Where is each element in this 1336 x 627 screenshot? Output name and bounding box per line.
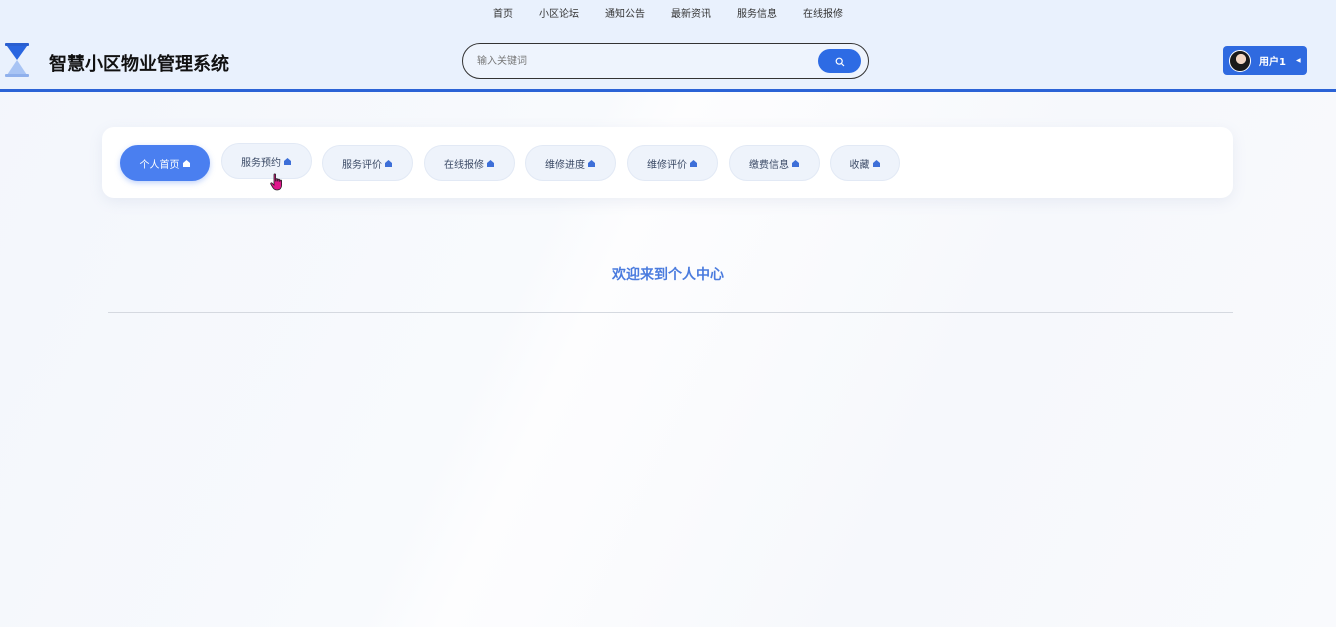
header: 首页 小区论坛 通知公告 最新资讯 服务信息 在线报修 智慧小区物业管理系统 用… — [0, 0, 1336, 92]
tab-service-review[interactable]: 服务评价 — [322, 145, 413, 181]
nav-forum[interactable]: 小区论坛 — [526, 8, 592, 22]
tab-label: 收藏 — [849, 159, 870, 171]
home-icon — [283, 157, 292, 166]
home-icon — [872, 159, 881, 168]
search-input[interactable] — [477, 53, 807, 69]
tab-online-repair[interactable]: 在线报修 — [424, 145, 515, 181]
user-menu-button[interactable]: 用户1 ◀ — [1223, 46, 1307, 75]
tab-favorites[interactable]: 收藏 — [830, 145, 900, 181]
tab-payment-info[interactable]: 缴费信息 — [729, 145, 820, 181]
search-box — [462, 43, 869, 79]
tab-repair-review[interactable]: 维修评价 — [627, 145, 718, 181]
nav-news[interactable]: 最新资讯 — [658, 8, 724, 22]
tab-label: 服务评价 — [342, 159, 382, 171]
caret-left-icon: ◀ — [1295, 57, 1301, 64]
nav-notices[interactable]: 通知公告 — [592, 8, 658, 22]
hand-pointer-cursor-icon — [270, 173, 284, 191]
tab-label: 缴费信息 — [749, 159, 789, 171]
home-icon — [791, 159, 800, 168]
tab-label: 维修进度 — [545, 159, 585, 171]
search-button[interactable] — [818, 49, 861, 73]
home-icon — [384, 159, 393, 168]
site-title: 智慧小区物业管理系统 — [49, 54, 229, 75]
tab-repair-progress[interactable]: 维修进度 — [525, 145, 616, 181]
tab-label: 服务预约 — [241, 157, 281, 169]
search-icon — [835, 52, 845, 71]
divider — [108, 312, 1233, 313]
tab-personal-home[interactable]: 个人首页 — [120, 145, 210, 181]
home-icon — [486, 159, 495, 168]
home-icon — [182, 159, 191, 168]
nav-home[interactable]: 首页 — [480, 8, 526, 22]
nav-services[interactable]: 服务信息 — [724, 8, 790, 22]
tab-service-booking[interactable]: 服务预约 — [221, 143, 312, 179]
top-nav: 首页 小区论坛 通知公告 最新资讯 服务信息 在线报修 — [0, 8, 1336, 22]
home-icon — [587, 159, 596, 168]
avatar — [1229, 49, 1251, 72]
nav-repair[interactable]: 在线报修 — [790, 8, 856, 22]
tab-label: 维修评价 — [647, 159, 687, 171]
welcome-heading: 欢迎来到个人中心 — [612, 267, 724, 283]
hourglass-icon — [4, 42, 30, 78]
home-icon — [689, 159, 698, 168]
tab-label: 在线报修 — [444, 159, 484, 171]
user-name: 用户1 — [1259, 57, 1286, 68]
tab-label: 个人首页 — [139, 159, 180, 171]
